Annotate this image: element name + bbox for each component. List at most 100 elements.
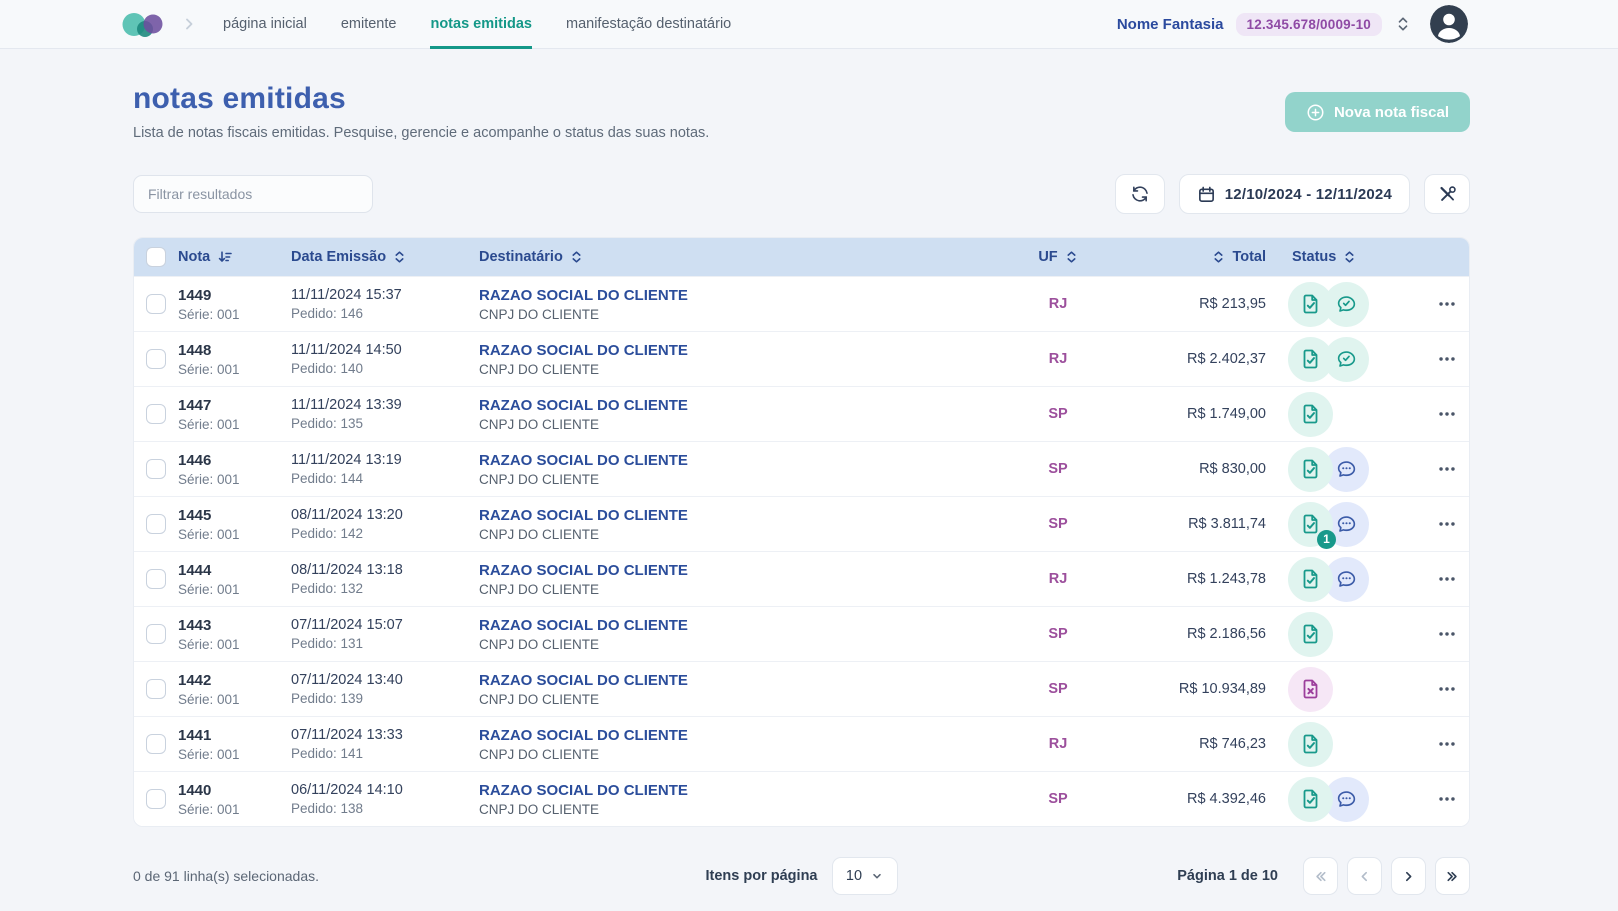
recipient-link[interactable]: RAZAO SOCIAL DO CLIENTE xyxy=(479,452,1014,469)
chevrons-left-icon xyxy=(1312,868,1329,885)
total-value: R$ 4.392,46 xyxy=(1102,791,1274,807)
tab-manifestacao-destinatario[interactable]: manifestação destinatário xyxy=(566,0,731,49)
column-header-nota[interactable]: Nota xyxy=(178,249,291,265)
note-authorized-icon[interactable] xyxy=(1288,447,1333,492)
invoice-number: 1449 xyxy=(178,287,291,304)
emission-date: 11/11/2024 14:50 xyxy=(291,342,479,358)
select-all-checkbox[interactable] xyxy=(146,247,166,267)
emission-date: 08/11/2024 13:20 xyxy=(291,507,479,523)
note-cancelled-icon[interactable] xyxy=(1288,667,1333,712)
uf-value: SP xyxy=(1014,681,1102,697)
table-footer: 0 de 91 linha(s) selecionadas. Itens por… xyxy=(133,857,1470,895)
more-dots-icon xyxy=(1436,733,1458,755)
recipient-link[interactable]: RAZAO SOCIAL DO CLIENTE xyxy=(479,397,1014,414)
column-header-status[interactable]: Status xyxy=(1274,249,1424,265)
recipient-cnpj: CNPJ DO CLIENTE xyxy=(479,527,1014,542)
tab-notas-emitidas[interactable]: notas emitidas xyxy=(430,0,532,49)
more-dots-icon xyxy=(1436,678,1458,700)
column-header-destinatario[interactable]: Destinatário xyxy=(479,249,1014,265)
total-value: R$ 830,00 xyxy=(1102,461,1274,477)
user-icon xyxy=(1430,5,1468,43)
note-authorized-icon[interactable] xyxy=(1288,612,1333,657)
note-authorized-icon[interactable] xyxy=(1288,722,1333,767)
tools-icon xyxy=(1437,184,1458,205)
settings-tools-button[interactable] xyxy=(1424,174,1470,214)
tab-emitente[interactable]: emitente xyxy=(341,0,397,49)
top-nav: página inicial emitente notas emitidas m… xyxy=(0,0,1618,49)
invoice-series: Série: 001 xyxy=(178,637,291,652)
row-actions-button[interactable] xyxy=(1432,729,1462,759)
row-checkbox[interactable] xyxy=(146,514,166,534)
more-dots-icon xyxy=(1436,458,1458,480)
column-header-total[interactable]: Total xyxy=(1102,249,1274,265)
table-row: 1447 Série: 001 11/11/2024 13:39 Pedido:… xyxy=(134,386,1469,441)
row-checkbox[interactable] xyxy=(146,789,166,809)
note-authorized-icon[interactable] xyxy=(1288,337,1333,382)
note-authorized-icon[interactable]: 1 xyxy=(1288,502,1333,547)
note-authorized-icon[interactable] xyxy=(1288,282,1333,327)
row-actions-button[interactable] xyxy=(1432,509,1462,539)
pagination-next-button[interactable] xyxy=(1391,857,1426,895)
note-authorized-icon[interactable] xyxy=(1288,557,1333,602)
row-checkbox[interactable] xyxy=(146,459,166,479)
column-header-data-emissao[interactable]: Data Emissão xyxy=(291,249,479,265)
row-actions-button[interactable] xyxy=(1432,674,1462,704)
status-icons: 1 xyxy=(1274,502,1424,547)
row-actions-button[interactable] xyxy=(1432,619,1462,649)
uf-value: SP xyxy=(1014,516,1102,532)
recipient-link[interactable]: RAZAO SOCIAL DO CLIENTE xyxy=(479,782,1014,799)
row-checkbox[interactable] xyxy=(146,294,166,314)
pagination-first-button[interactable] xyxy=(1303,857,1338,895)
recipient-link[interactable]: RAZAO SOCIAL DO CLIENTE xyxy=(479,342,1014,359)
column-header-uf[interactable]: UF xyxy=(1014,249,1102,265)
recipient-link[interactable]: RAZAO SOCIAL DO CLIENTE xyxy=(479,287,1014,304)
pagination-last-button[interactable] xyxy=(1435,857,1470,895)
row-actions-button[interactable] xyxy=(1432,289,1462,319)
row-actions-button[interactable] xyxy=(1432,454,1462,484)
more-dots-icon xyxy=(1436,403,1458,425)
uf-value: SP xyxy=(1014,461,1102,477)
row-checkbox[interactable] xyxy=(146,624,166,644)
status-icons xyxy=(1274,667,1424,712)
row-checkbox[interactable] xyxy=(146,349,166,369)
table-row: 1445 Série: 001 08/11/2024 13:20 Pedido:… xyxy=(134,496,1469,551)
row-checkbox[interactable] xyxy=(146,679,166,699)
recipient-link[interactable]: RAZAO SOCIAL DO CLIENTE xyxy=(479,507,1014,524)
date-range-button[interactable]: 12/10/2024 - 12/11/2024 xyxy=(1179,174,1410,214)
recipient-cnpj: CNPJ DO CLIENTE xyxy=(479,637,1014,652)
company-switch-button[interactable] xyxy=(1394,13,1412,35)
app-logo[interactable] xyxy=(121,9,167,40)
pagination-prev-button[interactable] xyxy=(1347,857,1382,895)
recipient-link[interactable]: RAZAO SOCIAL DO CLIENTE xyxy=(479,562,1014,579)
row-actions-button[interactable] xyxy=(1432,399,1462,429)
status-icons xyxy=(1274,337,1424,382)
row-actions-button[interactable] xyxy=(1432,564,1462,594)
row-checkbox[interactable] xyxy=(146,404,166,424)
recipient-link[interactable]: RAZAO SOCIAL DO CLIENTE xyxy=(479,617,1014,634)
new-invoice-button[interactable]: Nova nota fiscal xyxy=(1285,92,1470,132)
recipient-cnpj: CNPJ DO CLIENTE xyxy=(479,307,1014,322)
row-checkbox[interactable] xyxy=(146,734,166,754)
uf-value: SP xyxy=(1014,406,1102,422)
row-checkbox[interactable] xyxy=(146,569,166,589)
invoices-table: Nota Data Emissão Destinatário UF To xyxy=(133,237,1470,827)
recipient-link[interactable]: RAZAO SOCIAL DO CLIENTE xyxy=(479,672,1014,689)
invoice-series: Série: 001 xyxy=(178,582,291,597)
recipient-link[interactable]: RAZAO SOCIAL DO CLIENTE xyxy=(479,727,1014,744)
avatar[interactable] xyxy=(1430,5,1468,43)
refresh-button[interactable] xyxy=(1115,174,1165,214)
table-row: 1441 Série: 001 07/11/2024 13:33 Pedido:… xyxy=(134,716,1469,771)
emission-date: 11/11/2024 15:37 xyxy=(291,287,479,303)
column-label: Total xyxy=(1232,249,1266,265)
row-actions-button[interactable] xyxy=(1432,344,1462,374)
plus-circle-icon xyxy=(1306,103,1325,122)
invoice-series: Série: 001 xyxy=(178,747,291,762)
note-authorized-icon[interactable] xyxy=(1288,392,1333,437)
items-per-page-select[interactable]: 10 xyxy=(832,857,898,895)
invoice-number: 1441 xyxy=(178,727,291,744)
tab-pagina-inicial[interactable]: página inicial xyxy=(223,0,307,49)
filter-input[interactable] xyxy=(133,175,373,213)
status-icons xyxy=(1274,777,1424,822)
note-authorized-icon[interactable] xyxy=(1288,777,1333,822)
row-actions-button[interactable] xyxy=(1432,784,1462,814)
